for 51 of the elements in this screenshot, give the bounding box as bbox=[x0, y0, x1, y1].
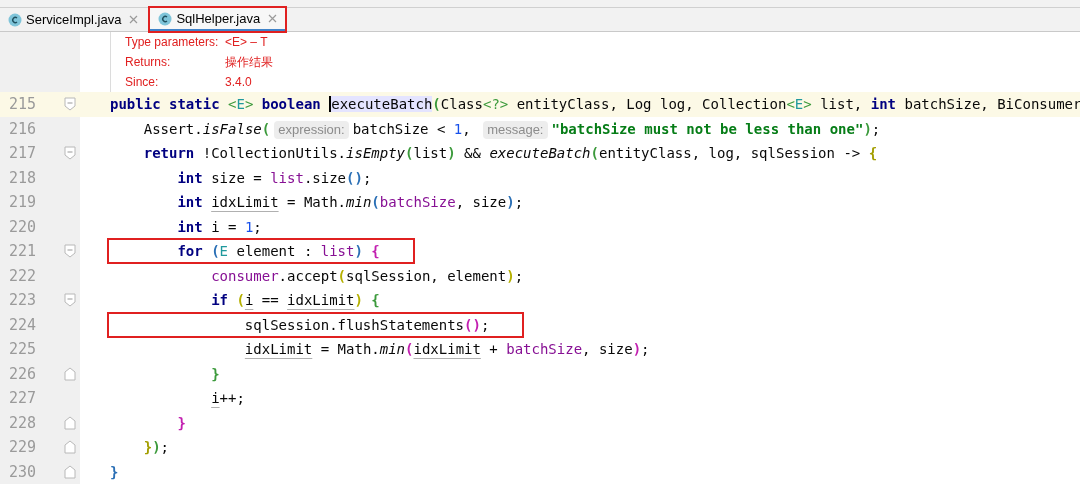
line-number: 222 bbox=[7, 265, 36, 287]
code-line: for (E element : list) { bbox=[110, 241, 412, 262]
editor-tab[interactable]: ServiceImpl.java bbox=[0, 8, 147, 31]
fold-icon[interactable] bbox=[64, 146, 76, 161]
code-line: sqlSession.flushStatements(); bbox=[110, 314, 522, 335]
code-line: consumer.accept(sqlSession, element); bbox=[210, 266, 524, 286]
code-line: return !CollectionUtils.isEmpty(list) && executeBatch(entityClass, log, sqlSession -> { bbox=[142, 144, 878, 164]
code-line: idxLimit = Math.min(idxLimit + batchSize, size); bbox=[243, 340, 650, 360]
line-number: 218 bbox=[7, 167, 36, 189]
doc-value: 3.4.0 bbox=[225, 74, 252, 91]
code-line: int size = list.size(); bbox=[176, 168, 372, 188]
line-number: 224 bbox=[7, 314, 36, 336]
fold-icon[interactable] bbox=[64, 366, 76, 381]
line-number: 226 bbox=[7, 363, 36, 385]
code-line: int i = 1; bbox=[176, 217, 262, 237]
fold-icon[interactable] bbox=[64, 415, 76, 430]
doc-value: <E> – T bbox=[225, 34, 268, 51]
close-icon[interactable] bbox=[268, 14, 278, 23]
line-number: 230 bbox=[7, 461, 36, 483]
line-number: 223 bbox=[7, 290, 36, 311]
line-number: 225 bbox=[7, 339, 36, 360]
code-line: int idxLimit = Math.min(batchSize, size); bbox=[176, 193, 524, 213]
code-line: } bbox=[210, 364, 220, 384]
doc-label: Type parameters: bbox=[125, 34, 220, 51]
line-number: 217 bbox=[7, 143, 36, 164]
doc-value: 操作结果 bbox=[225, 54, 273, 71]
editor-tab[interactable]: SqlHelper.java bbox=[150, 8, 286, 31]
class-file-icon bbox=[8, 12, 22, 27]
code-line: if (i == idxLimit) { bbox=[210, 291, 380, 311]
fold-icon[interactable] bbox=[64, 464, 76, 479]
line-number: 219 bbox=[7, 192, 36, 213]
fold-icon[interactable] bbox=[64, 97, 76, 112]
code-line: Assert.isFalse( expression: batchSize < 1, message: "batchSize must not be less than one"); bbox=[142, 119, 881, 139]
close-icon[interactable] bbox=[129, 15, 139, 24]
doc-label: Returns: bbox=[125, 54, 172, 71]
fold-icon[interactable] bbox=[64, 293, 76, 308]
doc-label: Since: bbox=[125, 74, 160, 91]
code-line: i++; bbox=[210, 389, 245, 409]
line-number: 215 bbox=[7, 94, 36, 115]
fold-icon[interactable] bbox=[64, 440, 76, 455]
class-file-icon bbox=[158, 11, 173, 26]
code-line: }); bbox=[142, 438, 170, 458]
line-number: 220 bbox=[7, 216, 36, 238]
line-number: 229 bbox=[7, 437, 36, 458]
code-line: } bbox=[110, 462, 119, 482]
fold-icon[interactable] bbox=[64, 244, 76, 259]
line-number: 216 bbox=[7, 118, 36, 140]
line-number: 221 bbox=[7, 241, 36, 262]
code-line: } bbox=[176, 413, 186, 433]
line-number: 227 bbox=[7, 388, 36, 409]
line-number: 228 bbox=[7, 412, 36, 434]
